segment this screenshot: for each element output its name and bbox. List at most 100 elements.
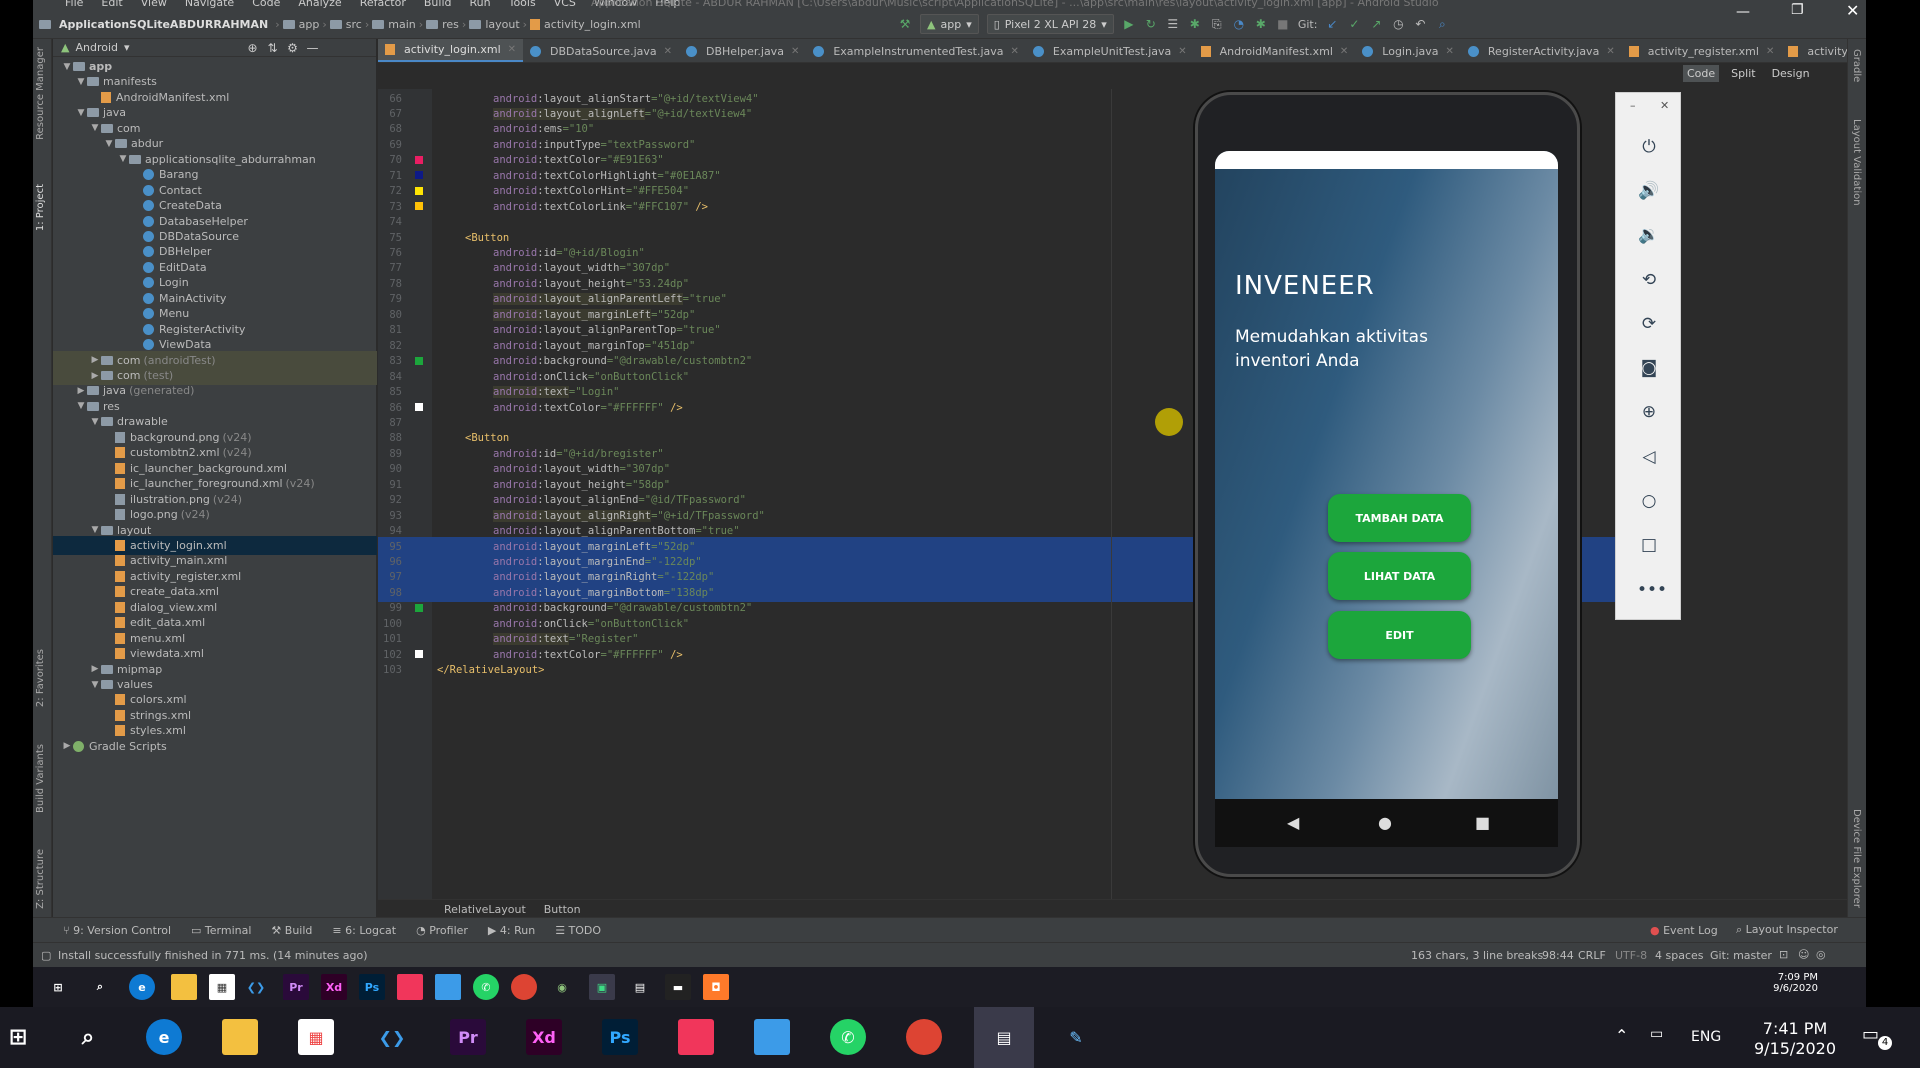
language-indicator[interactable]: ENG (1691, 1029, 1721, 1045)
code-mode-button[interactable]: Code (1683, 64, 1720, 82)
breadcrumb-item[interactable]: main (388, 18, 415, 31)
close-tab-icon[interactable]: ✕ (664, 46, 672, 57)
rotate-left-icon[interactable]: ⟲ (1637, 268, 1661, 292)
zoom-icon[interactable]: ⊕ (1637, 400, 1661, 424)
menu-item[interactable]: Tools (509, 0, 536, 9)
terminal-tab[interactable]: ▭ Terminal (191, 924, 251, 937)
gear-icon[interactable]: ⚙ (286, 41, 300, 55)
close-tab-icon[interactable]: ✕ (1606, 46, 1614, 57)
git-update-icon[interactable]: ↙ (1325, 17, 1339, 31)
back-nav-icon[interactable]: ◀ (1287, 813, 1299, 832)
edge-icon[interactable]: e (146, 1019, 182, 1055)
event-log-tab[interactable]: ● Event Log (1650, 924, 1718, 937)
overview-icon[interactable]: □ (1637, 533, 1661, 557)
xd-icon[interactable]: Xd (321, 974, 347, 1000)
caret-position[interactable]: 98:44 (1542, 949, 1574, 962)
expand-arrow-icon[interactable]: ▼ (89, 680, 101, 690)
editor-tab[interactable]: ExampleInstrumentedTest.java ✕ (806, 39, 1026, 62)
search-everywhere-icon[interactable]: ⌕ (1435, 17, 1449, 31)
expand-arrow-icon[interactable]: ▼ (61, 62, 73, 72)
build-variants-tab[interactable]: Build Variants (35, 744, 46, 813)
close-tab-icon[interactable]: ✕ (1340, 46, 1348, 57)
menu-item[interactable]: Code (252, 0, 280, 9)
close-tab-icon[interactable]: ✕ (1011, 46, 1019, 57)
vscode-icon[interactable]: ❮❯ (243, 974, 269, 1000)
clapper-icon[interactable]: ▤ (627, 974, 653, 1000)
vscode-icon[interactable]: ❮❯ (374, 1019, 410, 1055)
menu-item[interactable]: Refactor (360, 0, 406, 9)
restore-window-icon[interactable]: ❐ (1791, 2, 1804, 18)
apply-changes-icon[interactable]: ↻ (1144, 17, 1158, 31)
show-hidden-icons[interactable]: ⌃ (1615, 1026, 1628, 1045)
clapper-icon[interactable]: ▤ (974, 1007, 1034, 1068)
xd-icon[interactable]: Xd (526, 1019, 562, 1055)
notification-icon[interactable]: ◎ (1816, 948, 1826, 961)
close-tab-icon[interactable]: ✕ (508, 44, 516, 55)
line-separator[interactable]: CRLF (1578, 949, 1606, 962)
profiler-tab[interactable]: ◔ Profiler (416, 924, 468, 937)
run-tab[interactable]: ▶ 4: Run (488, 924, 535, 937)
attach-icon[interactable]: ⎘ (1210, 17, 1224, 31)
menu-item[interactable]: File (65, 0, 83, 9)
breadcrumb-item[interactable]: src (346, 18, 362, 31)
color-swatch-icon[interactable] (415, 186, 423, 195)
collapse-arrow-icon[interactable]: ▶ (89, 355, 101, 365)
minimize-icon[interactable]: – (1630, 99, 1636, 112)
gitkraken-icon[interactable]: ◉ (549, 974, 575, 1000)
editor-tab[interactable]: activity_main.xml✕ (1781, 39, 1847, 62)
favorites-tab[interactable]: 2: Favorites (35, 649, 46, 707)
locate-icon[interactable]: ⊕ (246, 41, 260, 55)
version-control-tab[interactable]: ⑂ 9: Version Control (63, 924, 171, 937)
editor-tab[interactable]: Login.java ✕ (1355, 39, 1461, 62)
expand-arrow-icon[interactable]: ▼ (89, 123, 101, 133)
search-icon[interactable]: ⌕ (70, 1019, 106, 1055)
menu-item[interactable]: Analyze (298, 0, 341, 9)
more-icon[interactable]: ••• (1637, 578, 1667, 602)
collapse-arrow-icon[interactable]: ▶ (89, 664, 101, 674)
file-explorer-icon[interactable] (222, 1019, 258, 1055)
breadcrumb-project[interactable]: ApplicationSQLiteABDURRAHMAN (59, 18, 268, 31)
debug-icon[interactable]: ✱ (1188, 17, 1202, 31)
menu-item[interactable]: Navigate (185, 0, 234, 9)
editor-tab[interactable]: RegisterActivity.java ✕ (1461, 39, 1622, 62)
edit-button[interactable]: EDIT (1328, 611, 1471, 659)
menu-item[interactable]: VCS (554, 0, 576, 9)
color-swatch-icon[interactable] (415, 650, 423, 659)
expand-arrow-icon[interactable]: ▼ (117, 154, 129, 164)
photoshop-icon[interactable]: Ps (602, 1019, 638, 1055)
stack-icon[interactable]: ☰ (1166, 17, 1180, 31)
paint-icon[interactable]: ✎ (1058, 1019, 1094, 1055)
encoding[interactable]: UTF-8 (1615, 949, 1647, 962)
battery-icon[interactable]: ▭ (1650, 1026, 1663, 1042)
collapse-arrow-icon[interactable]: ▶ (61, 741, 73, 751)
tambah-data-button[interactable]: TAMBAH DATA (1328, 494, 1471, 542)
file-explorer-icon[interactable] (171, 974, 197, 1000)
app-icon[interactable] (397, 974, 423, 1000)
breadcrumb-button[interactable]: Button (544, 903, 581, 916)
app-icon[interactable] (435, 974, 461, 1000)
rotate-right-icon[interactable]: ⟳ (1637, 312, 1661, 336)
windows-start-icon[interactable]: ⊞ (0, 1019, 36, 1055)
device-select[interactable]: ▯ Pixel 2 XL API 28 ▾ (986, 14, 1114, 34)
color-swatch-icon[interactable] (415, 155, 423, 164)
home-nav-icon[interactable]: ● (1378, 813, 1392, 832)
edge-icon[interactable]: e (129, 974, 155, 1000)
menu-item[interactable]: Run (470, 0, 491, 9)
color-swatch-icon[interactable] (415, 603, 423, 612)
status-message[interactable]: Install successfully finished in 771 ms.… (58, 949, 368, 962)
run-icon[interactable]: ▶ (1122, 17, 1136, 31)
stop-icon[interactable]: ■ (1276, 17, 1290, 31)
windows-start-icon[interactable]: ⊞ (45, 974, 71, 1000)
breadcrumb-item[interactable]: layout (485, 18, 519, 31)
editor-tab[interactable]: activity_login.xml ✕ (378, 39, 524, 62)
expand-arrow-icon[interactable]: ▼ (75, 108, 87, 118)
android-studio-icon[interactable]: ▣ (589, 974, 615, 1000)
close-tab-icon[interactable]: ✕ (791, 46, 799, 57)
expand-arrow-icon[interactable]: ▼ (75, 401, 87, 411)
gradle-tab[interactable]: Gradle (1851, 49, 1862, 82)
premiere-icon[interactable]: Pr (450, 1019, 486, 1055)
emulator-screen[interactable]: INVENEER Memudahkan aktivitas inventori … (1215, 151, 1558, 799)
terminal-icon[interactable]: ▬ (665, 974, 691, 1000)
logcat-tab[interactable]: ≡ 6: Logcat (332, 924, 396, 937)
collapse-arrow-icon[interactable]: ▶ (75, 386, 87, 396)
